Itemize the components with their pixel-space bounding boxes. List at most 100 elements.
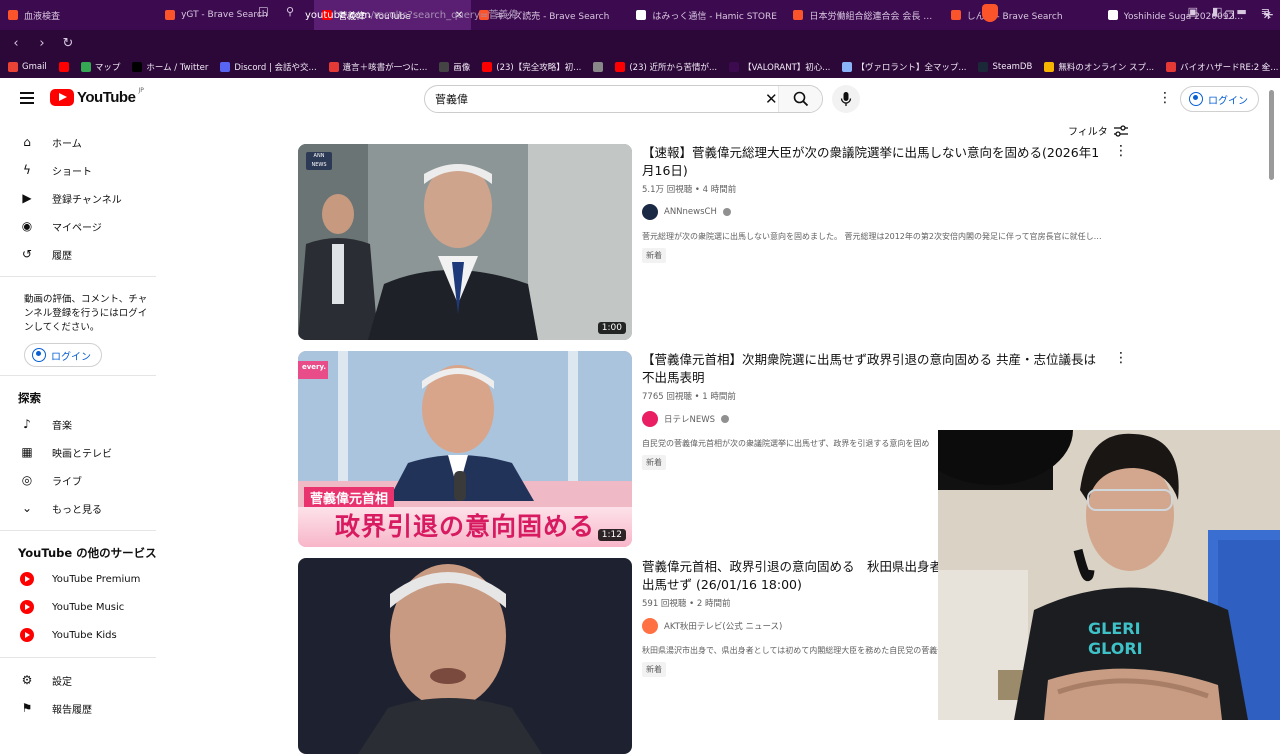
sidebar-item[interactable]: ⌄ もっと見る: [0, 494, 160, 522]
bookmark-item[interactable]: 遺言＋咳書が一つに...: [328, 61, 428, 73]
sidebar-item[interactable]: ▶ 登録チャンネル: [0, 184, 160, 212]
sidebar-item[interactable]: YouTube Music: [0, 593, 160, 621]
video-thumbnail[interactable]: [298, 558, 632, 754]
video-result[interactable]: ANN NEWS 1:00 【速報】菅義偉元総理大臣が次の衆議院選挙に出馬しない…: [298, 144, 1128, 344]
bookmark-item[interactable]: 【VALORANT】初心...: [729, 61, 830, 73]
sidebar: ⌂ ホーム ϟ ショート ▶ 登録チャンネル ◉ マイページ ↺ 履歴 動画の評価、コメント、チャン…: [0, 128, 160, 722]
youtube-premium-icon: [20, 572, 34, 586]
sidebar-item-label: 履歴: [52, 250, 72, 262]
bookmark-favicon-icon: [8, 62, 18, 72]
bookmark-item[interactable]: [593, 62, 604, 72]
brave-shields-icon[interactable]: [982, 4, 998, 22]
sidebar-item[interactable]: YouTube Kids: [0, 621, 160, 649]
channel-row[interactable]: 日テレNEWS: [642, 411, 1102, 427]
bookmark-item[interactable]: マップ: [80, 61, 120, 73]
bookmark-label: 遺言＋咳書が一つに...: [342, 63, 428, 73]
video-action-menu-icon[interactable]: ⋮: [1114, 144, 1128, 158]
bookmarks-overflow-icon[interactable]: »: [1261, 56, 1268, 78]
bookmark-item[interactable]: (23)【完全攻略】初...: [482, 61, 581, 73]
bookmark-label: 【VALORANT】初心...: [743, 63, 831, 73]
bookmark-icon[interactable]: ☐: [258, 5, 269, 19]
sidebar-toggle-icon[interactable]: ◧: [1212, 5, 1222, 18]
sidebar-item-label: ライブ: [52, 476, 82, 488]
url-field[interactable]: youtube.com/results?search_query=菅義偉: [305, 6, 518, 21]
sidebar-login-button[interactable]: ログイン: [24, 343, 102, 367]
video-title[interactable]: 【菅義偉元首相】次期衆院選に出馬せず政界引退の意向固める 共産・志位議長は不出馬…: [642, 351, 1102, 387]
tab-title: はみっく通信 - Hamic STORE: [652, 11, 777, 22]
video-meta: 7765 回視聴 • 1 時間前: [642, 392, 736, 402]
sidebar-item[interactable]: ϟ ショート: [0, 156, 160, 184]
browser-tab[interactable]: 日本労働組合総連合会 会長 - Brave: [785, 0, 942, 30]
channel-name[interactable]: AKT秋田テレビ(公式 ニュース): [664, 620, 782, 632]
bookmark-item[interactable]: (23) 近所から苦情が...: [615, 61, 717, 73]
logo-region: JP: [138, 87, 144, 94]
bookmark-item[interactable]: SteamDB: [978, 62, 1032, 72]
channel-name[interactable]: 日テレNEWS: [664, 413, 715, 425]
back-icon[interactable]: ‹: [6, 36, 26, 51]
sidebar-item[interactable]: ⌂ ホーム: [0, 128, 160, 156]
browser-menu-icon[interactable]: ≡: [1261, 5, 1270, 18]
sidebar-item[interactable]: ↺ 履歴: [0, 240, 160, 268]
chevron-down-icon: ⌄: [21, 501, 33, 515]
bookmark-item[interactable]: Discord | 会話や交...: [220, 61, 317, 73]
channel-avatar[interactable]: [642, 411, 658, 427]
clear-search-icon[interactable]: ✕: [765, 90, 778, 108]
bookmark-item[interactable]: ホーム / Twitter: [132, 61, 208, 73]
channel-name[interactable]: ANNnewsCH: [664, 207, 717, 217]
wallet-icon[interactable]: ▬: [1236, 5, 1246, 18]
video-thumbnail[interactable]: ANN NEWS 1:00: [298, 144, 632, 340]
extensions-icon[interactable]: ▣: [1188, 5, 1198, 18]
video-info: 【速報】菅義偉元総理大臣が次の衆議院選挙に出馬しない意向を固める(2026年1月…: [642, 144, 1102, 263]
browser-tab[interactable]: はみっく通信 - Hamic STORE: [628, 0, 785, 30]
shorts-icon: ϟ: [23, 163, 31, 177]
video-title[interactable]: 【速報】菅義偉元総理大臣が次の衆議院選挙に出馬しない意向を固める(2026年1月…: [642, 144, 1102, 180]
user-icon: ◉: [21, 219, 33, 233]
sidebar-item[interactable]: ◉ マイページ: [0, 212, 160, 240]
sidebar-item[interactable]: ⚑ 報告履歴: [0, 694, 160, 722]
channel-avatar[interactable]: [642, 618, 658, 634]
bookmark-item[interactable]: 画像: [439, 61, 470, 73]
bookmark-label: (23) 近所から苦情が...: [629, 63, 718, 73]
browser-toolbar-icons: ▣ ◧ ▬ ≡: [1188, 5, 1270, 18]
bookmark-item[interactable]: 【ヴァロラント】全マップ...: [842, 61, 966, 73]
search-icon: [793, 91, 808, 107]
sidebar-item[interactable]: YouTube Premium: [0, 565, 160, 593]
login-button[interactable]: ログイン: [1180, 86, 1259, 112]
voice-search-button[interactable]: [832, 85, 860, 113]
browser-tab[interactable]: 血液検査: [0, 0, 157, 30]
channel-avatar[interactable]: [642, 204, 658, 220]
youtube-logo[interactable]: YouTube JP: [50, 87, 144, 106]
home-icon: ⌂: [23, 135, 31, 149]
filter-button[interactable]: フィルタ: [1068, 123, 1128, 138]
video-action-menu-icon[interactable]: ⋮: [1114, 351, 1128, 365]
video-duration: 1:12: [597, 529, 626, 541]
browser-tab[interactable]: しんば - Brave Search: [943, 0, 1100, 30]
settings-menu-icon[interactable]: ⋮: [1158, 91, 1172, 105]
filter-icon: [1113, 124, 1128, 137]
video-thumbnail[interactable]: every. 菅義偉元首相 政界引退の意向固める 1:12: [298, 351, 632, 547]
sidebar-divider: [0, 530, 156, 531]
bookmark-item[interactable]: 無料のオンライン スプ...: [1044, 61, 1154, 73]
sidebar-item[interactable]: ▦ 映画とテレビ: [0, 438, 160, 466]
bookmark-label: ホーム / Twitter: [146, 63, 209, 73]
bookmark-item[interactable]: Gmail: [8, 62, 47, 72]
thumbnail-caption-big: 政界引退の意向固める: [298, 507, 632, 547]
tab-favicon-icon: [950, 10, 961, 20]
sidebar-item[interactable]: ◎ ライブ: [0, 466, 160, 494]
bookmark-favicon-icon: [80, 62, 91, 72]
page-scrollbar[interactable]: [1269, 90, 1274, 180]
search-input[interactable]: [425, 92, 745, 106]
hamburger-menu-icon[interactable]: [20, 92, 34, 104]
sidebar-item-label: もっと見る: [52, 504, 102, 516]
search-button[interactable]: [778, 86, 822, 112]
reload-icon[interactable]: ↻: [58, 36, 78, 51]
channel-row[interactable]: ANNnewsCH: [642, 204, 1102, 220]
sidebar-item[interactable]: ♪ 音楽: [0, 410, 160, 438]
sidebar-item[interactable]: ⚙ 設定: [0, 666, 160, 694]
address-bar: ‹ › ↻: [0, 30, 1280, 56]
bookmark-item[interactable]: [58, 62, 69, 72]
forward-icon[interactable]: ›: [32, 36, 52, 51]
tab-favicon-icon: [8, 10, 18, 20]
site-settings-icon[interactable]: ⚲: [286, 5, 294, 18]
bookmark-favicon-icon: [729, 62, 740, 72]
